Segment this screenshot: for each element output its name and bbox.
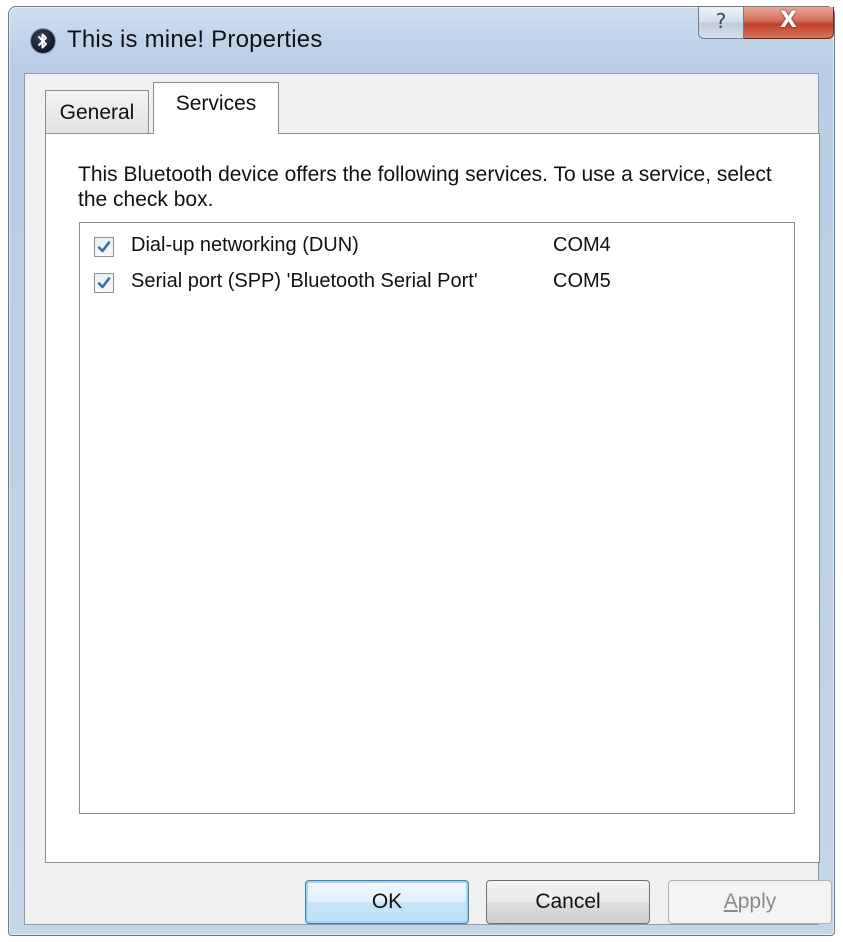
services-tab-panel: This Bluetooth device offers the followi…	[45, 133, 820, 863]
help-button[interactable]: ?	[698, 7, 744, 39]
tab-services[interactable]: Services	[153, 82, 279, 134]
service-name: Serial port (SPP) 'Bluetooth Serial Port…	[131, 270, 478, 292]
service-name: Dial-up networking (DUN)	[131, 234, 359, 256]
checkmark-icon	[97, 241, 111, 253]
apply-button[interactable]: Apply	[668, 880, 832, 924]
services-description: This Bluetooth device offers the followi…	[78, 163, 772, 211]
dialog-client-area: General Services This Bluetooth device o…	[24, 73, 832, 925]
cancel-button[interactable]: Cancel	[486, 880, 650, 924]
close-button[interactable]: X	[744, 7, 834, 39]
checkmark-icon	[97, 277, 111, 289]
service-checkbox-spp[interactable]	[94, 273, 114, 293]
close-icon: X	[780, 8, 797, 33]
bluetooth-icon	[31, 29, 55, 53]
window-title: This is mine! Properties	[67, 26, 323, 53]
caption-buttons: ? X	[698, 7, 834, 41]
service-port: COM5	[553, 270, 611, 292]
properties-dialog: This is mine! Properties ? X General Ser…	[8, 6, 835, 936]
service-checkbox-dun[interactable]	[94, 237, 114, 257]
list-item[interactable]: Dial-up networking (DUN) COM4	[80, 229, 794, 265]
ok-button[interactable]: OK	[305, 880, 469, 924]
services-list[interactable]: Dial-up networking (DUN) COM4 Serial por…	[79, 222, 795, 814]
help-icon: ?	[715, 9, 727, 33]
tab-general[interactable]: General	[45, 90, 149, 133]
list-item[interactable]: Serial port (SPP) 'Bluetooth Serial Port…	[80, 265, 794, 301]
service-port: COM4	[553, 234, 611, 256]
title-bar[interactable]: This is mine! Properties ? X	[9, 7, 834, 73]
